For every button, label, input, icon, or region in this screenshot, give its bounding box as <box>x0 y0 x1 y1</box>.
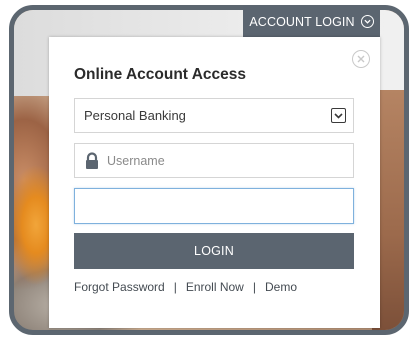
login-links: Forgot Password | Enroll Now | Demo <box>74 280 297 294</box>
account-login-tab-label: ACCOUNT LOGIN <box>249 14 355 29</box>
password-input[interactable] <box>75 189 353 223</box>
account-type-select[interactable]: Personal Banking <box>74 98 354 133</box>
demo-link[interactable]: Demo <box>265 280 297 294</box>
username-field[interactable] <box>74 143 354 178</box>
chevron-down-circle-icon <box>360 15 374 28</box>
chevron-down-icon <box>331 108 346 123</box>
username-input[interactable] <box>107 153 337 168</box>
link-separator: | <box>173 280 177 294</box>
enroll-now-link[interactable]: Enroll Now <box>186 280 244 294</box>
link-separator: | <box>252 280 256 294</box>
panel-title: Online Account Access <box>74 66 246 83</box>
account-login-tab[interactable]: ACCOUNT LOGIN <box>243 5 380 38</box>
lock-icon <box>83 151 101 170</box>
login-button[interactable]: LOGIN <box>74 233 354 269</box>
close-icon[interactable] <box>352 50 370 68</box>
account-type-selected: Personal Banking <box>84 108 186 123</box>
forgot-password-link[interactable]: Forgot Password <box>74 280 165 294</box>
password-field[interactable] <box>74 188 354 224</box>
